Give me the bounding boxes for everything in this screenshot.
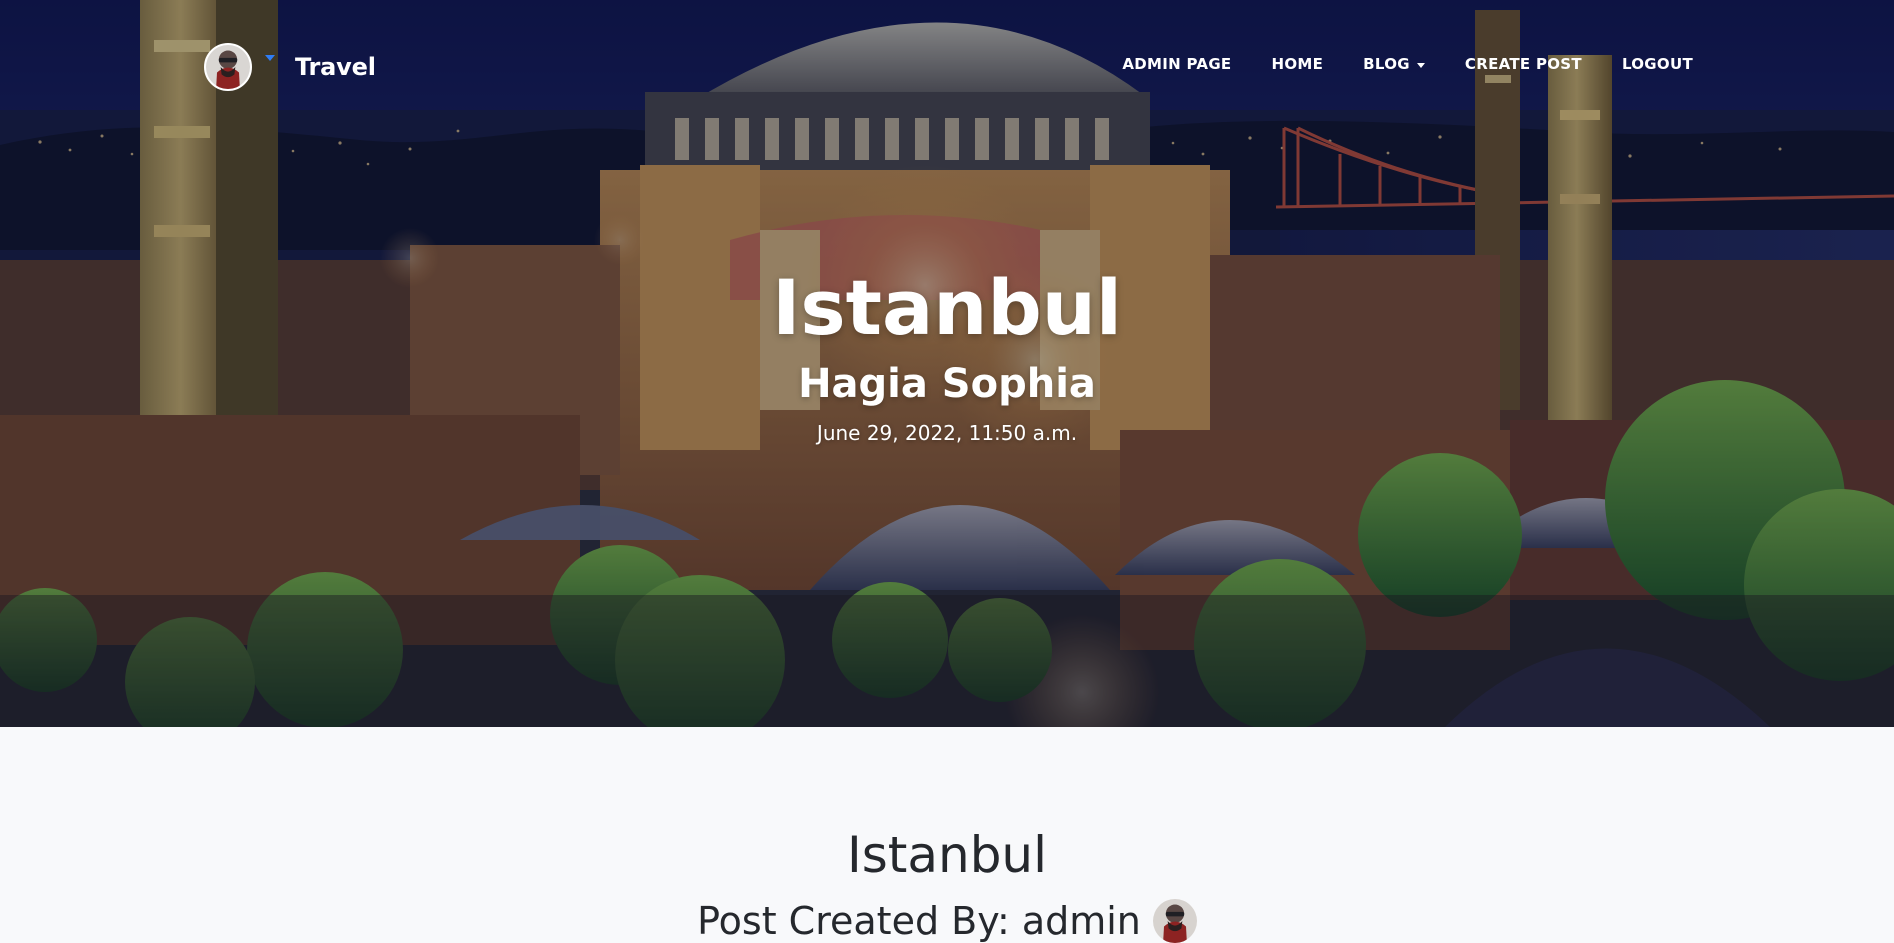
author-name: admin bbox=[1021, 899, 1141, 943]
post-author-line: Post Created By: admin bbox=[0, 899, 1894, 943]
hero-banner: Travel ADMIN PAGE HOME BLOG CREATE POST … bbox=[0, 0, 1894, 727]
top-navigation: Travel ADMIN PAGE HOME BLOG CREATE POST … bbox=[0, 0, 1894, 134]
post-title: Istanbul bbox=[846, 826, 1048, 884]
nav-logout[interactable]: LOGOUT bbox=[1622, 55, 1693, 73]
chevron-down-icon[interactable] bbox=[265, 55, 275, 61]
hero-subtitle: Hagia Sophia bbox=[798, 361, 1096, 407]
hero-title: Istanbul bbox=[772, 263, 1122, 352]
site-title[interactable]: Travel bbox=[295, 53, 376, 81]
nav-admin-page[interactable]: ADMIN PAGE bbox=[1122, 55, 1231, 73]
chevron-down-icon bbox=[1416, 62, 1425, 68]
hero-date: June 29, 2022, 11:50 a.m. bbox=[816, 421, 1078, 445]
nav-create-post[interactable]: CREATE POST bbox=[1465, 55, 1582, 73]
post-content-section: Istanbul Post Created By: admin bbox=[0, 727, 1894, 943]
nav-blog-dropdown[interactable]: BLOG bbox=[1363, 55, 1425, 73]
nav-home[interactable]: HOME bbox=[1271, 55, 1323, 73]
profile-photo-icon bbox=[1152, 899, 1197, 943]
hero-heading-group: Istanbul Hagia Sophia June 29, 2022, 11:… bbox=[0, 263, 1894, 445]
author-avatar bbox=[1152, 899, 1197, 943]
brand[interactable]: Travel bbox=[204, 42, 376, 92]
nav-blog-label: BLOG bbox=[1363, 55, 1410, 73]
main-nav-menu: ADMIN PAGE HOME BLOG CREATE POST LOGOUT bbox=[1122, 55, 1693, 73]
author-prefix: Post Created By: bbox=[697, 899, 1022, 943]
profile-photo-icon[interactable] bbox=[204, 43, 252, 91]
